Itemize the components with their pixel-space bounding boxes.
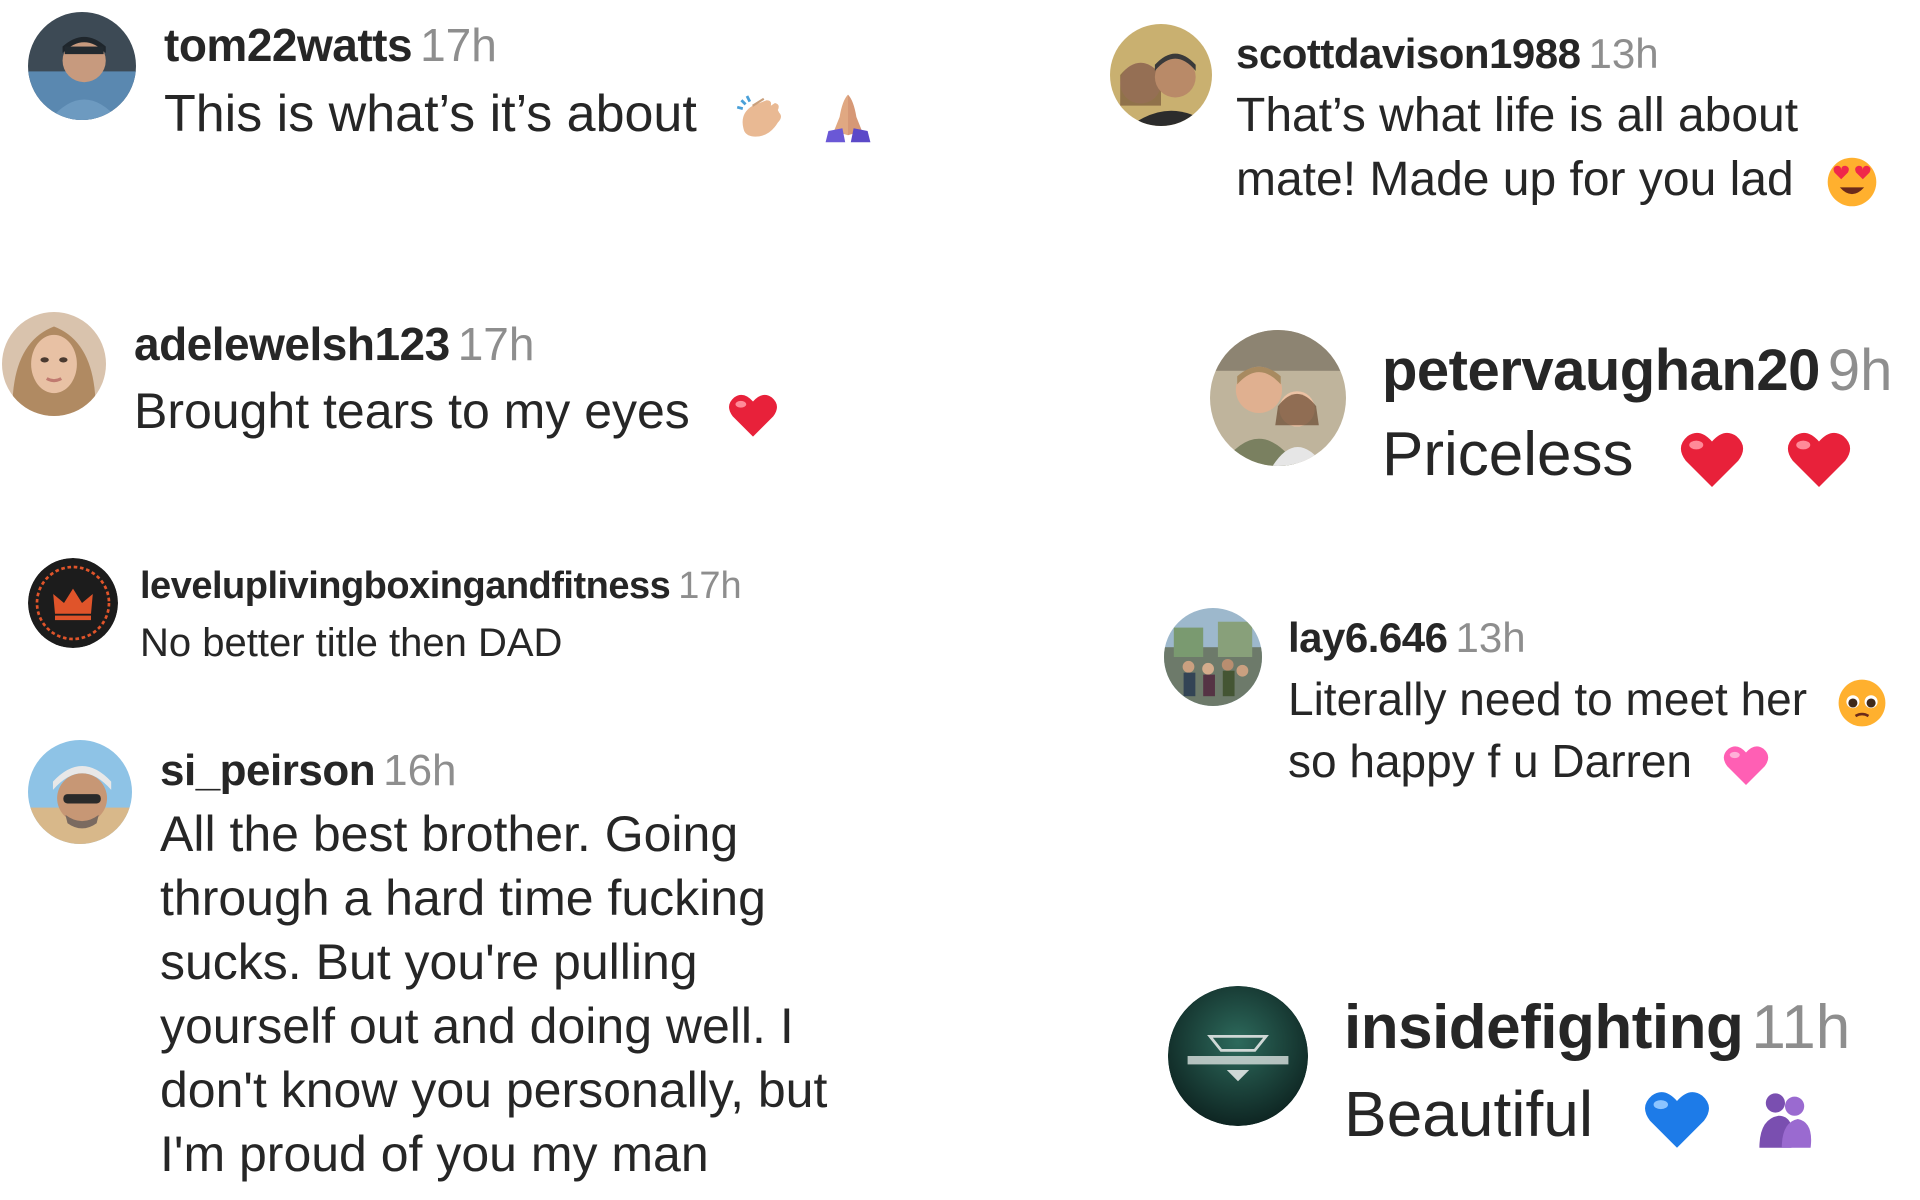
- comment-text-row: Priceless: [1382, 412, 1892, 498]
- comment-text: Beautiful: [1344, 1078, 1594, 1150]
- comment-text: All the best brother. Going through a ha…: [160, 802, 827, 1186]
- comment-tom22watts: tom22watts 17h This is what’s it’s about: [28, 12, 876, 150]
- comment-line: Literally need to meet her: [1288, 673, 1808, 725]
- comment-line: I'm proud of you my man: [160, 1126, 709, 1182]
- comment-text: Literally need to meet her so happy f u …: [1288, 668, 1888, 792]
- comment-text-row: Brought tears to my eyes: [134, 376, 780, 446]
- timestamp: 17h: [420, 19, 497, 71]
- timestamp: 13h: [1588, 30, 1659, 77]
- comment-text: That’s what life is all about mate! Made…: [1236, 84, 1879, 212]
- folded-hands-icon: [820, 89, 876, 145]
- avatar[interactable]: [1164, 608, 1262, 706]
- avatar[interactable]: [28, 558, 118, 648]
- comment-petervaughan20: petervaughan20 9h Priceless: [1210, 330, 1892, 498]
- comment-insidefighting: insidefighting 11h Beautiful: [1168, 986, 1850, 1158]
- comment-line: don't know you personally, but: [160, 1062, 828, 1118]
- comment-line: yourself out and doing well. I: [160, 998, 794, 1054]
- comment-body: tom22watts 17h This is what’s it’s about: [164, 12, 876, 150]
- avatar[interactable]: [2, 312, 106, 416]
- avatar[interactable]: [28, 12, 136, 120]
- heart-eyes-face-icon: [1825, 155, 1879, 209]
- username[interactable]: adelewelsh123: [134, 318, 450, 370]
- timestamp: 16h: [383, 746, 457, 795]
- comment-body: insidefighting 11h Beautiful: [1344, 986, 1850, 1158]
- comment-body: scottdavison1988 13h That’s what life is …: [1236, 24, 1879, 212]
- comment-text-row: Beautiful: [1344, 1070, 1850, 1158]
- clapping-hands-icon: [733, 89, 789, 145]
- comment-scottdavison1988: scottdavison1988 13h That’s what life is …: [1110, 24, 1879, 212]
- comment-line: through a hard time fucking: [160, 870, 766, 926]
- timestamp: 13h: [1455, 614, 1526, 661]
- username[interactable]: tom22watts: [164, 19, 413, 71]
- red-heart-icon: [1784, 424, 1854, 494]
- people-hugging-icon: [1753, 1087, 1817, 1151]
- pink-heart-icon: [1721, 740, 1771, 790]
- comment-body: lay6.646 13h Literally need to meet her s…: [1288, 608, 1888, 792]
- comment-line: so happy f u Darren: [1288, 735, 1693, 787]
- comment-leveluplivingboxingandfitness: leveluplivingboxingandfitness 17h No bett…: [28, 558, 742, 672]
- timestamp: 17h: [678, 565, 742, 607]
- username[interactable]: leveluplivingboxingandfitness: [140, 565, 671, 607]
- comment-line: sucks. But you're pulling: [160, 934, 698, 990]
- username[interactable]: lay6.646: [1288, 614, 1448, 661]
- comment-body: leveluplivingboxingandfitness 17h No bett…: [140, 558, 742, 672]
- red-heart-icon: [726, 388, 780, 442]
- red-heart-icon: [1677, 424, 1747, 494]
- timestamp: 17h: [457, 318, 535, 370]
- comment-text: This is what’s it’s about: [164, 85, 697, 143]
- username[interactable]: petervaughan20: [1382, 338, 1820, 403]
- pleading-face-icon: [1836, 677, 1888, 729]
- username[interactable]: si_peirson: [160, 746, 376, 795]
- timestamp: 9h: [1827, 338, 1893, 403]
- comment-adelewelsh123: adelewelsh123 17h Brought tears to my eye…: [2, 312, 780, 446]
- avatar[interactable]: [1110, 24, 1212, 126]
- timestamp: 11h: [1751, 993, 1851, 1062]
- comment-si_peirson: si_peirson 16h All the best brother. Goin…: [28, 740, 827, 1186]
- comments-collage: tom22watts 17h This is what’s it’s about …: [0, 0, 1920, 1200]
- comment-line: mate! Made up for you lad: [1236, 153, 1794, 206]
- comment-text: Priceless: [1382, 420, 1634, 489]
- comment-text: Brought tears to my eyes: [134, 383, 690, 439]
- comment-line: All the best brother. Going: [160, 806, 739, 862]
- comment-body: petervaughan20 9h Priceless: [1382, 330, 1892, 498]
- comment-line: That’s what life is all about: [1236, 89, 1799, 142]
- comment-lay6.646: lay6.646 13h Literally need to meet her s…: [1164, 608, 1888, 792]
- comment-body: si_peirson 16h All the best brother. Goin…: [160, 740, 827, 1186]
- avatar[interactable]: [28, 740, 132, 844]
- avatar[interactable]: [1168, 986, 1308, 1126]
- username[interactable]: scottdavison1988: [1236, 30, 1581, 77]
- username[interactable]: insidefighting: [1344, 993, 1744, 1062]
- blue-heart-icon: [1641, 1083, 1713, 1155]
- comment-text-row: This is what’s it’s about: [164, 78, 876, 150]
- comment-body: adelewelsh123 17h Brought tears to my eye…: [134, 312, 780, 446]
- comment-text: No better title then DAD: [140, 621, 563, 665]
- avatar[interactable]: [1210, 330, 1346, 466]
